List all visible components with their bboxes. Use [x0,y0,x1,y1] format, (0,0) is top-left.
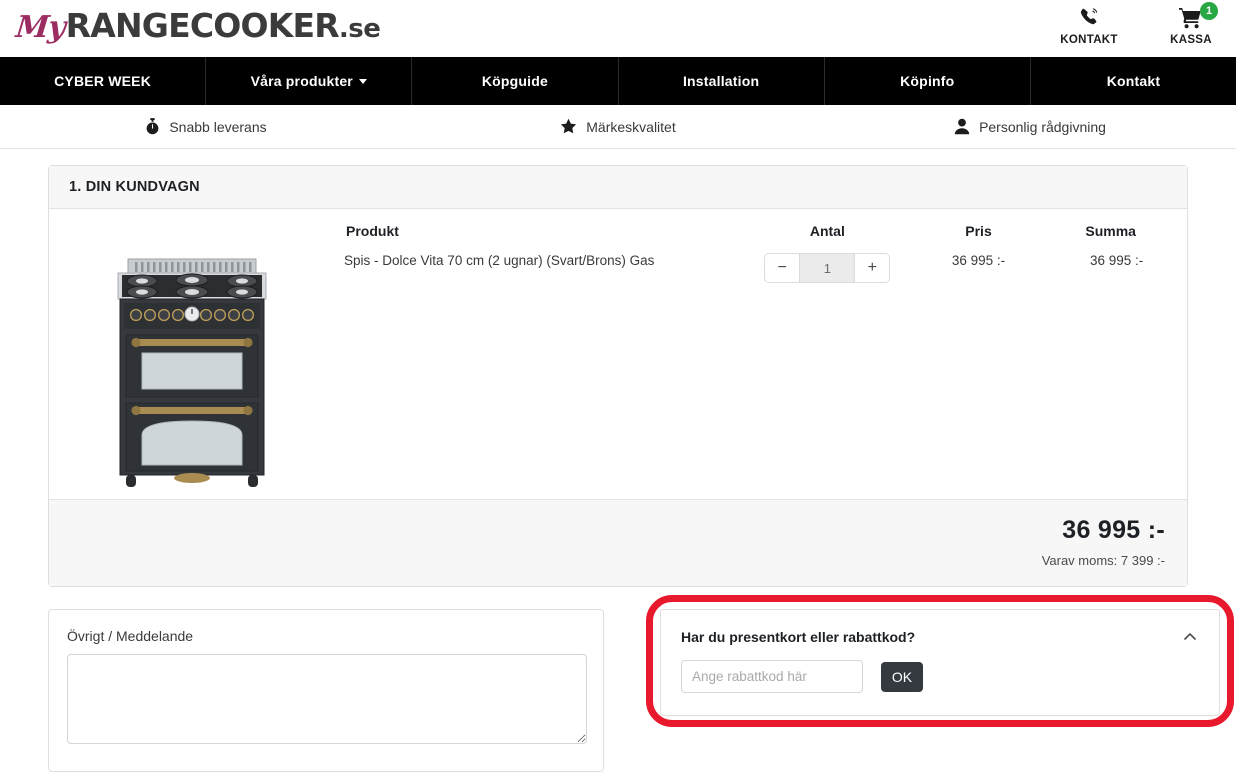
quantity-decrease-button[interactable]: − [765,254,800,282]
cart-vat: Varav moms: 7 399 :- [1041,553,1165,568]
discount-form: OK [681,660,1199,693]
phone-icon [1054,6,1124,32]
page-title: 1. DIN KUNDVAGN [49,166,1187,209]
usp-label: Snabb leverans [169,118,267,135]
discount-title: Har du presentkort eller rabattkod? [681,629,916,645]
star-icon [560,118,577,135]
quantity-cell: − + [744,245,911,499]
discount-code-input[interactable] [681,660,863,693]
product-price: 36 995 :- [951,253,1006,268]
product-sum: 36 995 :- [1090,253,1144,268]
cart-body: Produkt Antal Pris Summa Spis - Dolce Vi… [49,209,1187,586]
quantity-increase-button[interactable]: + [855,254,890,282]
header-action-label: KASSA [1170,34,1212,46]
logo-tld: .se [338,14,381,44]
table-header-pris: Pris [965,223,992,239]
nav-item-vara-produkter[interactable]: Våra produkter [206,57,413,105]
nav-item-installation[interactable]: Installation [619,57,825,105]
cart-summary: 36 995 :- Varav moms: 7 399 :- [49,499,1187,586]
chevron-up-icon[interactable] [1181,628,1199,646]
product-image-cell [49,245,334,499]
usp-label: Personlig rådgivning [979,118,1106,135]
nav-item-label: Installation [682,73,760,89]
header-action-kassa[interactable]: 1 KASSA [1156,2,1226,46]
header-action-label: KONTAKT [1060,34,1118,46]
nav-item-kopguide[interactable]: Köpguide [412,57,619,105]
nav-item-kopinfo[interactable]: Köpinfo [825,57,1031,105]
usp-personlig-radgivning: Personlig rådgivning [824,118,1236,135]
discount-ok-button[interactable]: OK [881,661,923,692]
discount-header[interactable]: Har du presentkort eller rabattkod? [681,628,1199,646]
table-header-row: Produkt Antal Pris Summa [49,209,1187,245]
nav-item-label: Köpguide [481,73,548,89]
message-label: Övrigt / Meddelande [67,628,194,644]
message-card: Övrigt / Meddelande [48,609,604,772]
usp-bar: Snabb leverans Märkeskvalitet Personlig … [0,105,1236,149]
logo-prefix: My [14,10,67,45]
usp-label: Märkeskvalitet [586,118,676,135]
table-header-produkt: Produkt [346,223,399,239]
product-image [106,253,278,491]
header-action-kontakt[interactable]: KONTAKT [1054,2,1124,46]
lower-section: Övrigt / Meddelande Har du presentkort e… [48,595,1234,772]
cart-table: Produkt Antal Pris Summa Spis - Dolce Vi… [49,209,1187,499]
table-header-antal: Antal [809,223,845,239]
cart-total: 36 995 :- [1062,516,1165,544]
nav-item-label: CYBER WEEK [54,73,152,89]
quantity-stepper[interactable]: − + [764,253,891,283]
usp-markeskvalitet: Märkeskvalitet [412,118,824,135]
usp-snabb-leverans: Snabb leverans [0,118,412,135]
message-textarea[interactable] [67,654,587,744]
nav-item-label: Kontakt [1106,73,1161,89]
nav-item-kontakt[interactable]: Kontakt [1031,57,1236,105]
discount-section: Har du presentkort eller rabattkod? OK [646,595,1234,772]
nav-item-label: Våra produkter [250,73,353,89]
main-navigation: CYBER WEEK Våra produkter Köpguide Insta… [0,57,1236,105]
person-icon [954,118,970,135]
site-header: My RANGECOOKER .se KONTAKT 1 KASSA [0,0,1236,57]
quantity-input[interactable] [799,254,856,282]
cart-card: 1. DIN KUNDVAGN Produkt Antal Pris Summa [48,165,1188,587]
discount-card: Har du presentkort eller rabattkod? OK [660,609,1220,716]
stopwatch-icon [145,118,160,135]
page-content: 1. DIN KUNDVAGN Produkt Antal Pris Summa [0,149,1236,772]
table-row: Spis - Dolce Vita 70 cm (2 ugnar) (Svart… [49,245,1187,499]
header-actions: KONTAKT 1 KASSA [1054,2,1226,46]
logo-main: RANGECOOKER [65,6,340,45]
chevron-down-icon [358,78,367,84]
table-header-summa: Summa [1085,223,1136,239]
nav-item-cyber-week[interactable]: CYBER WEEK [0,57,207,105]
cart-count-badge: 1 [1200,2,1218,20]
table-header-spacer [49,209,334,245]
nav-item-label: Köpinfo [900,73,955,89]
product-name: Spis - Dolce Vita 70 cm (2 ugnar) (Svart… [344,253,655,268]
site-logo[interactable]: My RANGECOOKER .se [14,6,381,45]
